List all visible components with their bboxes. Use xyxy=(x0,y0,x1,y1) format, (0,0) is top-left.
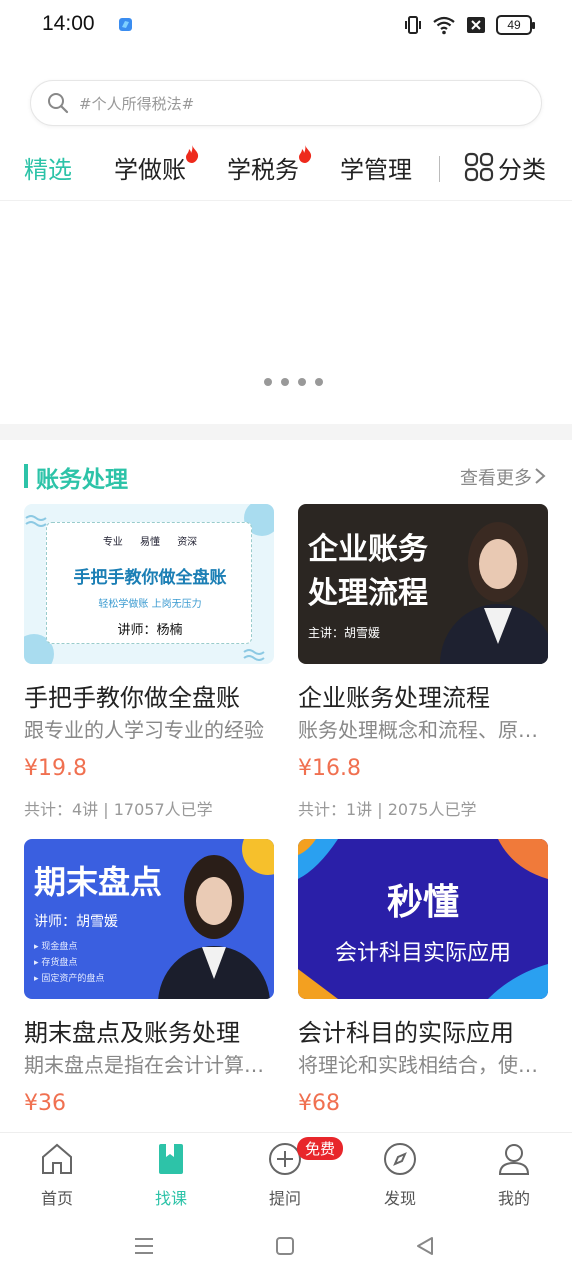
course-card[interactable]: 秒懂 会计科目实际应用 会计科目的实际应用 将理论和实践相结合，使… ¥68 xyxy=(298,839,548,1132)
tab-bookkeeping[interactable]: 学做账 xyxy=(114,145,199,185)
thumbnail-teacher: 讲师：胡雪媛 xyxy=(34,914,118,930)
bottom-nav: 首页 找课 免费 提问 发现 我的 xyxy=(0,1132,572,1216)
nav-label: 提问 xyxy=(268,1189,301,1208)
thumbnail-headline: 手把手教你做全盘账 xyxy=(73,568,227,588)
course-title[interactable]: 期末盘点及账务处理 xyxy=(24,1013,274,1048)
status-icons: 49 xyxy=(404,14,535,36)
vibrate-icon xyxy=(405,16,421,34)
course-card[interactable]: 期末盘点 讲师：胡雪媛 ▸ 现金盘点 ▸ 存货盘点 ▸ 固定资产的盘点 期末盘点… xyxy=(24,839,274,1132)
nav-label: 找课 xyxy=(154,1189,187,1208)
tabs-divider-line xyxy=(0,200,572,201)
compass-icon xyxy=(384,1143,416,1175)
tab-management[interactable]: 学管理 xyxy=(340,150,412,185)
nav-label: 首页 xyxy=(40,1189,73,1208)
course-description: 将理论和实践相结合，使… xyxy=(298,1053,538,1077)
bookmark-book-icon xyxy=(159,1144,183,1174)
thumbnail-teacher: 讲师：杨楠 xyxy=(117,623,183,638)
view-more-link[interactable]: 查看更多 xyxy=(460,464,532,490)
search-placeholder: #个人所得税法# xyxy=(79,95,195,113)
thumbnail-bullets: ▸ 现金盘点 ▸ 存货盘点 ▸ 固定资产的盘点 xyxy=(34,939,104,987)
hot-fire-icon xyxy=(186,145,199,163)
thumbnail-subtitle: 轻松学做账 上岗无压力 xyxy=(98,599,202,610)
wifi-icon xyxy=(433,16,455,35)
thumbnail-panel: 专业 易懂 资深 手把手教你做全盘账 轻松学做账 上岗无压力 讲师：杨楠 xyxy=(46,522,252,644)
nav-find-course[interactable]: 找课 xyxy=(121,1133,221,1217)
section-title: 账务处理 xyxy=(36,467,128,493)
course-meta: 共计：4讲 | 17057人已学 xyxy=(24,800,213,819)
nav-discover[interactable]: 发现 xyxy=(350,1133,450,1217)
banner-carousel[interactable] xyxy=(0,202,572,424)
home-square-icon[interactable] xyxy=(273,1234,297,1258)
user-icon xyxy=(498,1144,530,1175)
category-label[interactable]: 分类 xyxy=(498,150,546,185)
app-notification-icon xyxy=(119,18,132,31)
course-description: 期末盘点是指在会计计算… xyxy=(24,1053,264,1077)
course-meta: 共计：1讲 | 2075人已学 xyxy=(298,800,477,819)
course-description: 账务处理概念和流程、原则… xyxy=(298,718,548,742)
tab-label: 学税务 xyxy=(227,156,299,184)
course-price: ¥16.8 xyxy=(298,756,361,781)
status-bar: 14:00 49 xyxy=(0,0,572,52)
back-triangle-icon[interactable] xyxy=(413,1234,437,1258)
no-sim-icon xyxy=(467,17,485,33)
thumbnail-teacher: 主讲：胡雪媛 xyxy=(308,626,381,640)
bullet-text: 现金盘点 xyxy=(41,942,78,952)
carousel-dot xyxy=(281,378,289,386)
thumbnail-bullet: ▸ 固定资产的盘点 xyxy=(34,974,105,984)
section-accent-bar xyxy=(24,464,28,488)
course-thumbnail[interactable]: 秒懂 会计科目实际应用 xyxy=(298,839,548,999)
bullet-text: 固定资产的盘点 xyxy=(41,974,105,984)
thumbnail-tags: 专业 易懂 资深 xyxy=(47,533,253,548)
section-separator xyxy=(0,424,572,440)
thumbnail-headline: 企业账务 xyxy=(308,532,428,567)
menu-icon[interactable] xyxy=(132,1234,156,1258)
thumbnail-headline: 秒懂 xyxy=(386,882,459,923)
thumbnail-bullet: ▸ 存货盘点 xyxy=(34,958,78,968)
course-description: 跟专业的人学习专业的经验 xyxy=(24,718,264,742)
tab-label: 学做账 xyxy=(114,156,186,184)
nav-label: 发现 xyxy=(383,1189,416,1208)
category-grid-icon[interactable] xyxy=(464,152,494,182)
thumbnail-headline: 期末盘点 xyxy=(34,863,163,901)
course-thumbnail[interactable]: 期末盘点 讲师：胡雪媛 ▸ 现金盘点 ▸ 存货盘点 ▸ 固定资产的盘点 xyxy=(24,839,274,999)
thumbnail-tag: 易懂 xyxy=(140,537,160,548)
carousel-dots xyxy=(264,378,323,386)
course-title[interactable]: 手把手教你做全盘账 xyxy=(24,678,274,713)
carousel-dot xyxy=(264,378,272,386)
course-thumbnail[interactable]: 专业 易懂 资深 手把手教你做全盘账 轻松学做账 上岗无压力 讲师：杨楠 xyxy=(24,504,274,664)
thumbnail-tag: 专业 xyxy=(102,537,123,548)
course-thumbnail[interactable]: 企业账务 处理流程 主讲：胡雪媛 xyxy=(298,504,548,664)
tab-featured[interactable]: 精选 xyxy=(24,150,72,185)
bullet-text: 存货盘点 xyxy=(41,958,78,968)
course-title[interactable]: 企业账务处理流程 xyxy=(298,678,548,713)
nav-home[interactable]: 首页 xyxy=(7,1133,107,1217)
carousel-dot xyxy=(315,378,323,386)
thumbnail-tag: 资深 xyxy=(177,537,198,548)
tab-tax[interactable]: 学税务 xyxy=(227,145,312,185)
chevron-right-icon[interactable] xyxy=(534,467,546,485)
status-time: 14:00 xyxy=(42,12,95,35)
nav-label: 我的 xyxy=(497,1189,530,1208)
thumbnail-bullet: ▸ 现金盘点 xyxy=(34,942,78,952)
nav-mine[interactable]: 我的 xyxy=(464,1133,564,1217)
course-title[interactable]: 会计科目的实际应用 xyxy=(298,1013,548,1048)
thumbnail-subtitle: 会计科目实际应用 xyxy=(334,941,511,966)
search-icon xyxy=(48,93,69,114)
hot-fire-icon xyxy=(299,145,312,163)
thumbnail-headline: 处理流程 xyxy=(308,576,428,611)
tabs-divider xyxy=(439,156,440,182)
course-price: ¥36 xyxy=(24,1091,66,1116)
system-navigation-bar xyxy=(0,1216,572,1280)
nav-ask[interactable]: 免费 提问 xyxy=(235,1133,344,1217)
course-price: ¥68 xyxy=(298,1091,340,1116)
carousel-dot xyxy=(298,378,306,386)
category-tabs: 精选 学做账 学税务 学管理 分类 xyxy=(0,140,572,196)
home-icon xyxy=(42,1143,72,1174)
free-badge: 免费 xyxy=(297,1137,344,1160)
battery-indicator: 49 xyxy=(496,15,535,35)
course-price: ¥19.8 xyxy=(24,756,87,781)
search-input[interactable]: #个人所得税法# xyxy=(30,80,542,126)
